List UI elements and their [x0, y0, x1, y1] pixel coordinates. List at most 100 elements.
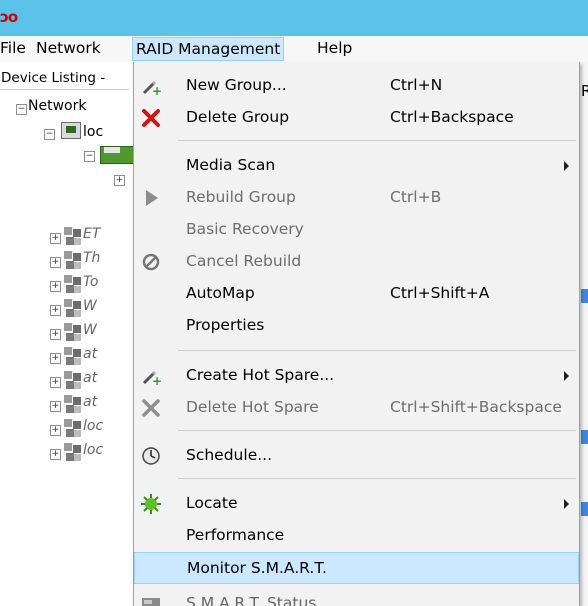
- menu-separator: [178, 430, 576, 431]
- enclosure-icon: [64, 347, 82, 365]
- menu-separator: [178, 478, 576, 479]
- device-expand-toggle[interactable]: +: [50, 233, 61, 244]
- drive-icon: [140, 593, 162, 606]
- menu-item-rebuild-group-shortcut: Ctrl+B: [390, 188, 442, 206]
- menu-item-locate[interactable]: Locate: [134, 488, 579, 520]
- submenu-arrow-icon: [564, 499, 569, 509]
- menu-separator: [178, 350, 576, 351]
- computer-icon: [61, 122, 81, 139]
- subitem-expand-toggle[interactable]: +: [114, 175, 125, 186]
- menu-item-automap-label: AutoMap: [186, 284, 255, 302]
- column-header-fragment: R: [581, 82, 588, 100]
- menu-item-basic-recovery[interactable]: Basic Recovery: [134, 214, 579, 246]
- raid-management-menu: + New Group... Ctrl+N Delete Group Ctrl+…: [133, 62, 580, 606]
- device-expand-toggle[interactable]: +: [50, 329, 61, 340]
- clock-icon: [140, 445, 162, 467]
- device-expand-toggle[interactable]: +: [50, 449, 61, 460]
- tree-device-label[interactable]: To: [83, 274, 98, 290]
- menu-item-new-group-label: New Group...: [186, 76, 287, 94]
- tree-device-label[interactable]: at: [83, 346, 97, 362]
- menu-separator: [178, 140, 576, 141]
- tree-local-label[interactable]: loc: [83, 124, 103, 140]
- menu-item-rebuild-group[interactable]: Rebuild Group Ctrl+B: [134, 182, 579, 214]
- menu-item-delete-group-label: Delete Group: [186, 108, 290, 126]
- menu-item-smart-status[interactable]: S.M.A.R.T. Status: [134, 588, 579, 606]
- menu-bar: File Network RAID Management Help: [0, 36, 588, 63]
- app-logo: ɔo: [0, 8, 18, 26]
- submenu-arrow-icon: [564, 161, 569, 171]
- tree-device-label[interactable]: Th: [83, 250, 100, 266]
- enclosure-icon: [64, 443, 82, 461]
- menu-item-delete-hot-spare-shortcut: Ctrl+Shift+Backspace: [390, 398, 562, 416]
- menu-item-media-scan[interactable]: Media Scan: [134, 150, 579, 182]
- selection-marker: [581, 502, 588, 516]
- enclosure-icon: [64, 395, 82, 413]
- menu-help[interactable]: Help: [317, 36, 352, 60]
- menu-item-smart-status-label: S.M.A.R.T. Status: [186, 594, 317, 606]
- tree-device-label[interactable]: loc: [83, 418, 103, 434]
- device-listing-tab[interactable]: Device Listing -: [0, 67, 129, 90]
- menu-item-delete-group-shortcut: Ctrl+Backspace: [390, 108, 514, 126]
- menu-item-new-group[interactable]: + New Group... Ctrl+N: [134, 70, 579, 102]
- device-expand-toggle[interactable]: +: [50, 401, 61, 412]
- enclosure-icon: [64, 323, 82, 341]
- device-expand-toggle[interactable]: +: [50, 377, 61, 388]
- menu-item-performance-label: Performance: [186, 526, 285, 544]
- wand-add-icon: +: [140, 75, 162, 98]
- controller-collapse-toggle[interactable]: −: [84, 151, 95, 162]
- menu-item-monitor-smart[interactable]: Monitor S.M.A.R.T.: [134, 552, 579, 584]
- menu-item-delete-hot-spare[interactable]: Delete Hot Spare Ctrl+Shift+Backspace: [134, 392, 579, 424]
- menu-item-create-hot-spare[interactable]: + Create Hot Spare...: [134, 360, 579, 392]
- controller-card-icon: [100, 146, 135, 164]
- device-listing-panel: Device Listing - − Network − loc − + + ET…: [0, 62, 135, 606]
- menu-item-cancel-rebuild[interactable]: Cancel Rebuild: [134, 246, 579, 278]
- menu-item-new-group-shortcut: Ctrl+N: [390, 76, 443, 94]
- menu-item-cancel-rebuild-label: Cancel Rebuild: [186, 252, 302, 270]
- tree-device-label[interactable]: loc: [83, 442, 103, 458]
- menu-item-delete-group[interactable]: Delete Group Ctrl+Backspace: [134, 102, 579, 134]
- svg-text:+: +: [152, 374, 162, 387]
- menu-item-locate-label: Locate: [186, 494, 238, 512]
- menu-item-automap-shortcut: Ctrl+Shift+A: [390, 284, 490, 302]
- device-expand-toggle[interactable]: +: [50, 425, 61, 436]
- enclosure-icon: [64, 419, 82, 437]
- menu-item-properties[interactable]: Properties: [134, 310, 579, 342]
- device-expand-toggle[interactable]: +: [50, 305, 61, 316]
- device-expand-toggle[interactable]: +: [50, 281, 61, 292]
- play-icon: [140, 187, 162, 209]
- menu-item-schedule[interactable]: Schedule...: [134, 440, 579, 472]
- menu-raid-management[interactable]: RAID Management: [132, 37, 285, 61]
- enclosure-icon: [64, 299, 82, 317]
- menu-item-delete-hot-spare-label: Delete Hot Spare: [186, 398, 319, 416]
- menu-file[interactable]: File: [0, 36, 26, 60]
- enclosure-icon: [64, 227, 82, 245]
- menu-item-schedule-label: Schedule...: [186, 446, 273, 464]
- network-collapse-toggle[interactable]: −: [16, 104, 27, 115]
- enclosure-icon: [64, 371, 82, 389]
- device-expand-toggle[interactable]: +: [50, 353, 61, 364]
- menu-item-rebuild-group-label: Rebuild Group: [186, 188, 296, 206]
- tree-device-label[interactable]: W: [83, 322, 97, 338]
- local-collapse-toggle[interactable]: −: [44, 129, 55, 140]
- menu-network[interactable]: Network: [36, 36, 101, 60]
- enclosure-icon: [64, 251, 82, 269]
- locate-icon: [140, 493, 162, 515]
- tree-device-label[interactable]: at: [83, 394, 97, 410]
- grey-x-icon: [140, 397, 162, 419]
- tree-device-label[interactable]: W: [83, 298, 97, 314]
- wand-add-icon: +: [140, 365, 162, 388]
- svg-text:+: +: [152, 84, 162, 97]
- menu-item-performance[interactable]: Performance: [134, 520, 579, 552]
- device-listing-tab-label: Device Listing: [1, 70, 96, 86]
- device-expand-toggle[interactable]: +: [50, 257, 61, 268]
- enclosure-icon: [64, 275, 82, 293]
- tree-device-label[interactable]: ET: [83, 226, 100, 242]
- menu-item-automap[interactable]: AutoMap Ctrl+Shift+A: [134, 278, 579, 310]
- tree-network-label[interactable]: Network: [28, 98, 86, 114]
- selection-marker: [581, 289, 588, 303]
- menu-item-basic-recovery-label: Basic Recovery: [186, 220, 304, 238]
- tree-device-label[interactable]: at: [83, 370, 97, 386]
- menu-item-create-hot-spare-label: Create Hot Spare...: [186, 366, 335, 384]
- submenu-arrow-icon: [564, 371, 569, 381]
- no-entry-icon: [140, 251, 162, 273]
